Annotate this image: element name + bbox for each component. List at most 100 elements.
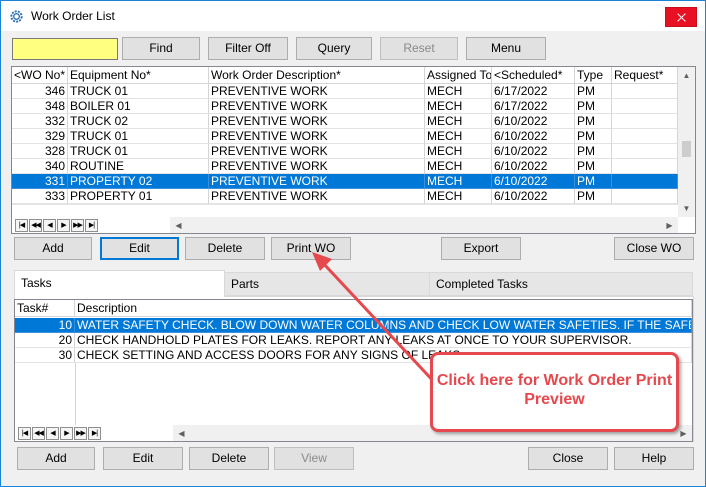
task-prev-page-icon[interactable]: ◀◀ xyxy=(32,427,45,440)
table-cell-wo: 333 xyxy=(12,189,68,204)
task-row[interactable]: 10 WATER SAFETY CHECK. BLOW DOWN WATER CO… xyxy=(15,318,692,333)
close-wo-label: Close WO xyxy=(626,241,682,255)
work-order-hscroll[interactable]: ◀ ▶ xyxy=(170,217,678,233)
gear-app-icon xyxy=(10,10,23,23)
task-next-record-icon[interactable]: ▶ xyxy=(60,427,73,440)
table-cell-equip: ROUTINE xyxy=(68,159,209,174)
filter-off-label: Filter Off xyxy=(225,41,271,55)
wo-column-header[interactable]: <WO No* xyxy=(12,67,68,84)
work-order-grid[interactable]: <WO No* Equipment No* Work Order Descripti… xyxy=(11,66,696,234)
next-record-icon[interactable]: ▶ xyxy=(57,219,70,232)
table-cell-request xyxy=(612,99,678,114)
edit-task-button[interactable]: Edit xyxy=(103,447,183,470)
task-scroll-left-arrow-icon[interactable]: ◀ xyxy=(173,425,190,441)
edit-task-label: Edit xyxy=(132,451,154,465)
next-page-icon[interactable]: ▶▶ xyxy=(71,219,84,232)
table-row[interactable]: 346 TRUCK 01 PREVENTIVE WORK MECH 6/17/2022 P… xyxy=(12,84,678,99)
delete-wo-button[interactable]: Delete xyxy=(185,237,265,260)
table-cell-assigned: MECH xyxy=(425,84,492,99)
wo-column-header[interactable]: Assigned To xyxy=(425,67,492,84)
table-cell-desc: PREVENTIVE WORK xyxy=(209,189,425,204)
help-label: Help xyxy=(641,451,667,465)
table-cell-assigned: MECH xyxy=(425,144,492,159)
table-cell-assigned: MECH xyxy=(425,174,492,189)
table-cell-request xyxy=(612,189,678,204)
task-first-record-icon[interactable]: |◀ xyxy=(18,427,31,440)
table-cell-type: PM xyxy=(575,129,612,144)
find-button[interactable]: Find xyxy=(122,37,200,60)
scroll-thumb[interactable] xyxy=(682,141,691,157)
filter-off-button[interactable]: Filter Off xyxy=(208,37,288,60)
table-cell-sched: 6/10/2022 xyxy=(492,129,575,144)
wo-column-header[interactable]: Type xyxy=(575,67,612,84)
add-task-button[interactable]: Add xyxy=(17,447,95,470)
last-record-icon[interactable]: ▶| xyxy=(85,219,98,232)
close-button[interactable]: Close xyxy=(528,447,608,470)
tab-completed-tasks[interactable]: Completed Tasks xyxy=(429,272,693,296)
table-cell-assigned: MECH xyxy=(425,114,492,129)
table-cell-type: PM xyxy=(575,174,612,189)
task-row[interactable]: 20 CHECK HANDHOLD PLATES FOR LEAKS. REPOR… xyxy=(15,333,692,348)
wo-column-header[interactable]: Request* xyxy=(612,67,678,84)
task-last-record-icon[interactable]: ▶| xyxy=(88,427,101,440)
table-row[interactable]: 331 PROPERTY 02 PREVENTIVE WORK MECH 6/10/20… xyxy=(12,174,678,189)
scroll-up-arrow-icon[interactable]: ▲ xyxy=(678,67,695,84)
table-cell-wo: 331 xyxy=(12,174,68,189)
table-cell-wo: 348 xyxy=(12,99,68,114)
close-label: Close xyxy=(552,451,584,465)
search-input[interactable] xyxy=(12,38,118,60)
window-title: Work Order List xyxy=(31,9,115,23)
close-wo-button[interactable]: Close WO xyxy=(614,237,694,260)
menu-button[interactable]: Menu xyxy=(466,37,546,60)
query-label: Query xyxy=(317,41,351,55)
table-cell-wo: 332 xyxy=(12,114,68,129)
table-cell-wo: 329 xyxy=(12,129,68,144)
table-cell-request xyxy=(612,144,678,159)
prev-record-icon[interactable]: ◀ xyxy=(43,219,56,232)
table-cell-equip: TRUCK 01 xyxy=(68,129,209,144)
table-cell-equip: TRUCK 02 xyxy=(68,114,209,129)
export-button[interactable]: Export xyxy=(441,237,521,260)
scroll-right-arrow-icon[interactable]: ▶ xyxy=(661,217,678,233)
window-close-button[interactable] xyxy=(665,7,697,27)
callout-text: Click here for Work Order Print Preview xyxy=(436,372,673,408)
table-row[interactable]: 332 TRUCK 02 PREVENTIVE WORK MECH 6/10/2022 P… xyxy=(12,114,678,129)
prev-page-icon[interactable]: ◀◀ xyxy=(29,219,42,232)
tab-parts[interactable]: Parts xyxy=(224,272,430,296)
query-button[interactable]: Query xyxy=(296,37,372,60)
help-button[interactable]: Help xyxy=(614,447,694,470)
task-prev-record-icon[interactable]: ◀ xyxy=(46,427,59,440)
delete-task-button[interactable]: Delete xyxy=(189,447,269,470)
add-wo-button[interactable]: Add xyxy=(14,237,92,260)
scroll-down-arrow-icon[interactable]: ▼ xyxy=(678,200,695,217)
task-column-header[interactable]: Description xyxy=(75,300,692,317)
wo-column-header[interactable]: <Scheduled* xyxy=(492,67,575,84)
task-next-page-icon[interactable]: ▶▶ xyxy=(74,427,87,440)
table-cell-type: PM xyxy=(575,144,612,159)
print-wo-button[interactable]: Print WO xyxy=(271,237,351,260)
first-record-icon[interactable]: |◀ xyxy=(15,219,28,232)
tab-tasks[interactable]: Tasks xyxy=(14,270,225,297)
table-cell-desc: PREVENTIVE WORK xyxy=(209,99,425,114)
table-cell-desc: PREVENTIVE WORK xyxy=(209,144,425,159)
table-cell-sched: 6/10/2022 xyxy=(492,174,575,189)
task-column-header[interactable]: Task# xyxy=(15,300,75,317)
view-task-button[interactable]: View xyxy=(274,447,354,470)
table-row[interactable]: 328 TRUCK 01 PREVENTIVE WORK MECH 6/10/2022 P… xyxy=(12,144,678,159)
wo-column-header[interactable]: Equipment No* xyxy=(68,67,209,84)
table-cell-sched: 6/10/2022 xyxy=(492,189,575,204)
table-cell-request xyxy=(612,159,678,174)
table-row[interactable]: 333 PROPERTY 01 PREVENTIVE WORK MECH 6/10/20… xyxy=(12,189,678,204)
reset-button[interactable]: Reset xyxy=(380,37,458,60)
table-row[interactable]: 348 BOILER 01 PREVENTIVE WORK MECH 6/17/2022… xyxy=(12,99,678,114)
table-row[interactable]: 340 ROUTINE PREVENTIVE WORK MECH 6/10/2022 PM xyxy=(12,159,678,174)
table-cell-equip: TRUCK 01 xyxy=(68,144,209,159)
wo-column-header[interactable]: Work Order Description* xyxy=(209,67,425,84)
delete-wo-label: Delete xyxy=(207,241,243,255)
edit-wo-button[interactable]: Edit xyxy=(100,237,179,260)
scroll-left-arrow-icon[interactable]: ◀ xyxy=(170,217,187,233)
table-cell-sched: 6/17/2022 xyxy=(492,84,575,99)
work-order-vscroll[interactable]: ▲ ▼ xyxy=(678,67,695,217)
table-row[interactable]: 329 TRUCK 01 PREVENTIVE WORK MECH 6/10/2022 P… xyxy=(12,129,678,144)
table-cell-assigned: MECH xyxy=(425,159,492,174)
